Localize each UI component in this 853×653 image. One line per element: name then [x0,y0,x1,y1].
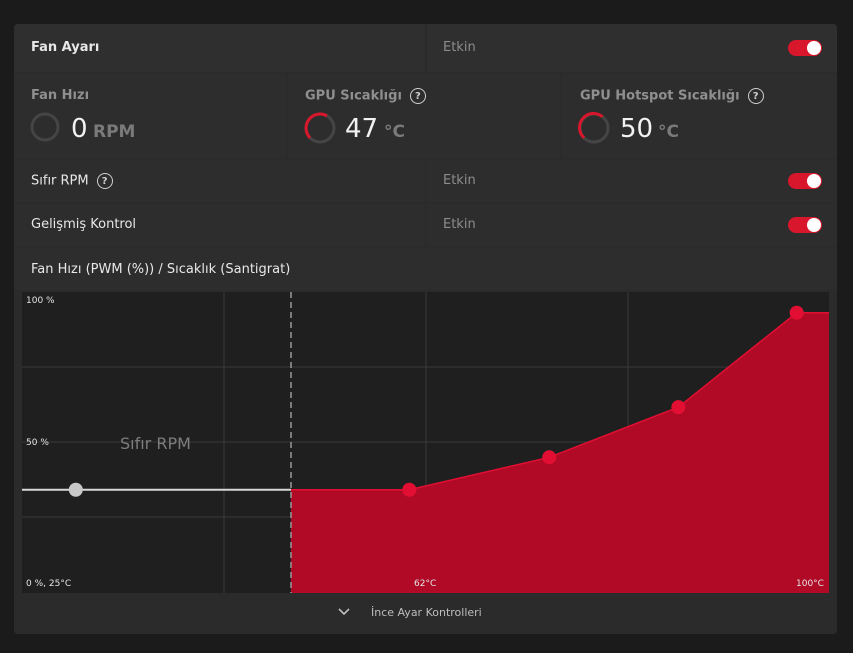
gpu-temp-unit: °C [384,122,405,142]
gpu-temp-card: GPU Sıcaklığı? 47 °C [288,74,560,158]
fan-curve-point-3[interactable] [671,400,686,415]
y-axis-max-label: 100 % [26,296,55,306]
advanced-control-status-cell: Etkin [427,204,837,246]
help-circle-icon[interactable]: ? [409,88,426,104]
fan-speed-title: Fan Hızı [31,88,90,103]
zero-rpm-label-text: Sıfır RPM [31,173,89,189]
fan-curve-point-4[interactable] [789,305,804,320]
advanced-control-label: Gelişmiş Kontrol [31,217,137,232]
zero-rpm-region-label: Sıfır RPM [120,434,191,453]
advanced-control-status-label: Etkin [443,217,476,232]
gpu-temp-title: GPU Sıcaklığı? [305,88,426,104]
fine-tune-controls-bar[interactable]: İnce Ayar Kontrolleri [14,593,837,634]
zero-rpm-status-label: Etkin [443,173,476,188]
chart-header: Fan Hızı (PWM (%)) / Sıcaklık (Santigrat… [31,262,291,277]
fan-curve-point-1[interactable] [402,482,417,497]
fan-speed-card: Fan Hızı 0 RPM [14,74,286,158]
gpu-hotspot-unit: °C [658,122,679,142]
gpu-hotspot-value: 50 [620,114,654,144]
fan-settings-title: Fan Ayarı [31,40,100,55]
zero-rpm-label-cell: Sıfır RPM? [14,160,425,202]
origin-label: 0 %, 25°C [26,579,72,589]
zero-rpm-point[interactable] [68,482,83,497]
fan-speed-unit: RPM [93,122,136,142]
advanced-control-label-cell: Gelişmiş Kontrol [14,204,425,246]
fine-tune-controls-label[interactable]: İnce Ayar Kontrolleri [371,606,482,619]
zero-rpm-status-cell: Etkin [427,160,837,202]
fan-settings-status-label: Etkin [443,40,476,55]
gpu-hotspot-card: GPU Hotspot Sıcaklığı? 50 °C [562,74,837,158]
fan-settings-status-cell: Etkin [427,24,837,72]
fan-speed-value: 0 [71,114,88,144]
y-axis-mid-label: 50 % [26,438,49,448]
fan-settings-panel: Fan Ayarı Etkin Fan Hızı 0 RPM GPU Sıcak… [14,24,837,634]
advanced-control-toggle[interactable] [788,217,822,233]
fan-settings-toggle[interactable] [788,40,822,56]
fan-speed-gauge-icon [30,112,60,142]
gpu-hotspot-gauge-icon [578,112,610,144]
gpu-temp-value: 47 [345,114,379,144]
chart-header-cell: Fan Hızı (PWM (%)) / Sıcaklık (Santigrat… [14,248,837,290]
gpu-temp-gauge-icon [304,112,336,144]
zero-rpm-label: Sıfır RPM? [31,173,113,189]
gpu-temp-title-text: GPU Sıcaklığı [305,88,402,104]
gpu-hotspot-title-text: GPU Hotspot Sıcaklığı [580,88,740,104]
fan-settings-title-cell: Fan Ayarı [14,24,425,72]
chevron-down-icon [338,608,350,616]
fan-curve-chart: 100 % 50 % 0 %, 25°C 62°C 100°C Sıfır RP… [22,292,829,593]
help-circle-icon[interactable]: ? [96,173,113,189]
fan-curve-point-2[interactable] [542,450,557,465]
x-axis-mid-label: 62°C [414,579,437,589]
help-circle-icon[interactable]: ? [747,88,764,104]
gpu-hotspot-title: GPU Hotspot Sıcaklığı? [580,88,764,104]
zero-rpm-toggle[interactable] [788,173,822,189]
x-axis-max-label: 100°C [796,579,824,589]
